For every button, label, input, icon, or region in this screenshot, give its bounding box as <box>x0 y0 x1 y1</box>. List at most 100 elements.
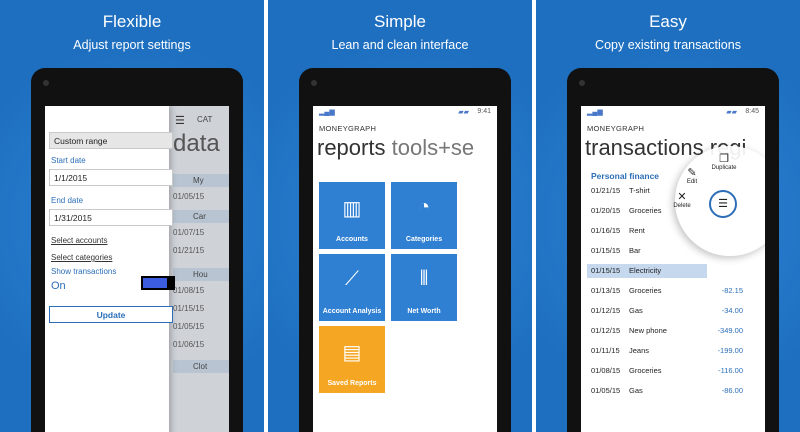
app-name: MONEYGRAPH <box>319 124 377 133</box>
status-bar: ▂▄▆ ▰▰ 8:45 <box>581 106 765 118</box>
transaction-amount: -199.00 <box>717 346 743 355</box>
transaction-date: 01/20/15 <box>591 206 621 215</box>
select-categories-link[interactable]: Select categories <box>51 253 112 262</box>
camera-icon <box>43 80 49 86</box>
edit-label: Edit <box>686 179 698 185</box>
account-filter[interactable]: Personal finance <box>591 171 659 181</box>
transaction-name: Gas <box>629 386 643 395</box>
range-select[interactable]: Custom range <box>49 132 173 149</box>
background-row: 01/06/15 <box>173 340 205 349</box>
battery-icon: ▰▰ <box>458 109 469 116</box>
settings-screen: ☰ CAT data My 01/05/15 Car 01/07/15 01/2… <box>45 106 229 432</box>
camera-icon <box>579 80 585 86</box>
background-row: 01/08/15 <box>173 286 205 295</box>
delete-label: Delete <box>673 203 691 209</box>
phone: ▂▄▆ ▰▰ 9:41 MONEYGRAPH reports tools+se … <box>299 68 511 432</box>
tile-account-analysis[interactable]: ⟋ Account Analysis <box>319 254 385 321</box>
duplicate-option[interactable]: ❐ Duplicate <box>709 152 739 171</box>
tile-saved-reports[interactable]: ▤ Saved Reports <box>319 326 385 393</box>
background-group: Clot <box>173 360 229 373</box>
hamburger-icon[interactable]: ☰ <box>175 114 185 127</box>
transaction-date: 01/21/15 <box>591 186 621 195</box>
select-accounts-link[interactable]: Select accounts <box>51 236 107 245</box>
background-title: data <box>173 130 220 157</box>
background-group: Car <box>173 210 229 223</box>
pencil-icon: ✎ <box>687 167 697 179</box>
panel-subheading: Lean and clean interface <box>331 38 469 52</box>
tile-label: Categories <box>405 236 443 243</box>
tile-net-worth[interactable]: ⦀ Net Worth <box>391 254 457 321</box>
edit-option[interactable]: ✎ Edit <box>677 166 707 185</box>
start-date-field[interactable]: 1/1/2015 <box>49 169 173 186</box>
transaction-date: 01/13/15 <box>591 286 621 295</box>
transaction-name: New phone <box>629 326 667 335</box>
transaction-date: 01/05/15 <box>591 386 621 395</box>
context-menu: ✎ Edit ❐ Duplicate ✕ Delete ☰ <box>673 146 765 256</box>
app-name: MONEYGRAPH <box>587 124 645 133</box>
pivot-tools[interactable]: tools+se <box>392 135 475 160</box>
bar-chart-icon: ▥ <box>342 198 362 220</box>
transaction-row[interactable]: 01/15/15 Electricity <box>587 264 707 278</box>
transaction-name: Gas <box>629 306 643 315</box>
tile-label: Net Worth <box>407 308 441 315</box>
background-row: 01/05/15 <box>173 192 205 201</box>
transactions-screen: ▂▄▆ ▰▰ 8:45 MONEYGRAPH transactions regi… <box>581 106 765 432</box>
transaction-row[interactable]: 01/13/15 Groceries -82.15 <box>587 284 763 298</box>
tile-label: Accounts <box>336 236 368 243</box>
pivot-transactions[interactable]: transactions <box>585 135 704 160</box>
transaction-name: Rent <box>629 226 645 235</box>
panel-simple: Simple Lean and clean interface ▂▄▆ ▰▰ 9… <box>268 0 532 432</box>
transaction-name: Bar <box>629 246 641 255</box>
show-transactions-toggle[interactable] <box>141 276 175 290</box>
clock: 9:41 <box>477 108 491 115</box>
transaction-row[interactable]: 01/12/15 Gas -34.00 <box>587 304 763 318</box>
background-group: My <box>173 174 229 187</box>
transaction-date: 01/12/15 <box>591 306 621 315</box>
tile-categories[interactable]: ◔ Categories <box>391 182 457 249</box>
signal-icon: ▂▄▆ <box>319 109 335 116</box>
pivot-header: reports tools+se <box>317 135 474 161</box>
panel-flexible: Flexible Adjust report settings ☰ CAT da… <box>0 0 264 432</box>
transaction-amount: -82.15 <box>721 286 743 295</box>
tile-label: Saved Reports <box>327 380 377 387</box>
transaction-row[interactable]: 01/12/15 New phone -349.00 <box>587 324 763 338</box>
tile-accounts[interactable]: ▥ Accounts <box>319 182 385 249</box>
transaction-amount: -349.00 <box>717 326 743 335</box>
menu-center-button[interactable]: ☰ <box>709 190 737 218</box>
update-button[interactable]: Update <box>49 306 173 323</box>
background-row: 01/07/15 <box>173 228 205 237</box>
transaction-name: Electricity <box>629 266 662 275</box>
pivot-reports[interactable]: reports <box>317 135 385 160</box>
duplicate-label: Duplicate <box>711 165 737 171</box>
panel-subheading: Adjust report settings <box>73 38 191 52</box>
transaction-amount: -86.00 <box>721 386 743 395</box>
transaction-date: 01/15/15 <box>591 246 621 255</box>
transaction-row[interactable]: 01/08/15 Groceries -116.00 <box>587 364 763 378</box>
transaction-date: 01/15/15 <box>591 266 621 275</box>
transaction-amount: -34.00 <box>721 306 743 315</box>
transaction-amount: -116.00 <box>718 366 743 375</box>
transaction-date: 01/12/15 <box>591 326 621 335</box>
background-group: Hou <box>173 268 229 281</box>
start-date-label: Start date <box>51 156 86 165</box>
reports-screen: ▂▄▆ ▰▰ 9:41 MONEYGRAPH reports tools+se … <box>313 106 497 432</box>
settings-sheet: Custom range Start date 1/1/2015 End dat… <box>45 106 175 432</box>
delete-option[interactable]: ✕ Delete <box>667 190 697 209</box>
transaction-date: 01/11/15 <box>591 346 620 355</box>
phone: ☰ CAT data My 01/05/15 Car 01/07/15 01/2… <box>31 68 243 432</box>
clock: 8:45 <box>745 108 759 115</box>
background-header: CAT <box>197 115 213 124</box>
background-row: 01/21/15 <box>173 246 205 255</box>
background-row: 01/15/15 <box>173 304 205 313</box>
transaction-name: T-shirt <box>629 186 650 195</box>
copy-icon: ❐ <box>719 153 729 165</box>
transaction-name: Groceries <box>629 206 662 215</box>
camera-icon <box>311 80 317 86</box>
end-date-field[interactable]: 1/31/2015 <box>49 209 173 226</box>
transaction-row[interactable]: 01/05/15 Gas -86.00 <box>587 384 763 398</box>
battery-icon: ▰▰ <box>726 109 737 116</box>
transaction-row[interactable]: 01/11/15 Jeans -199.00 <box>587 344 763 358</box>
columns-icon: ⦀ <box>419 268 429 290</box>
close-icon: ✕ <box>677 191 687 203</box>
background-row: 01/05/15 <box>173 322 205 331</box>
